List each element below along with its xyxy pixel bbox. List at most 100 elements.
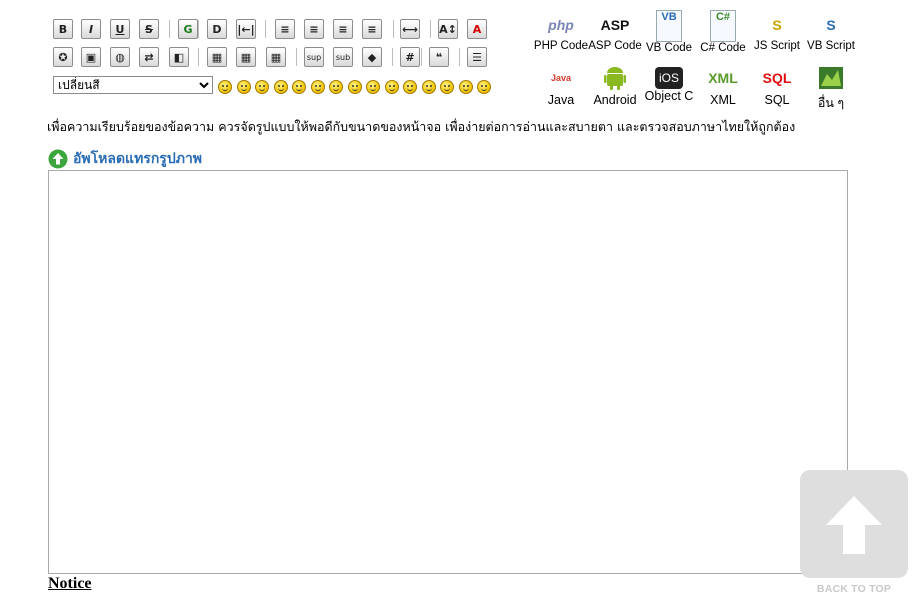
code-label-vbscript: VB Script bbox=[807, 40, 855, 52]
sql-icon: SQL bbox=[760, 63, 794, 93]
code-button-vbscript[interactable]: S VB Script bbox=[803, 10, 859, 52]
smiley-icon[interactable] bbox=[477, 80, 491, 94]
italic-button[interactable]: I bbox=[81, 19, 101, 39]
font-color-button[interactable]: A bbox=[467, 19, 487, 39]
align-left-icon: ≡ bbox=[309, 22, 319, 36]
code-label-xml: XML bbox=[710, 93, 736, 107]
sql-icon-text: SQL bbox=[762, 70, 792, 86]
smiley-icon[interactable] bbox=[329, 80, 343, 94]
toolbar-separator bbox=[198, 48, 199, 66]
code-label-other: อื่น ๆ bbox=[817, 96, 845, 110]
code-button-java[interactable]: Java Java bbox=[533, 63, 589, 107]
asp-icon-text: ASP bbox=[600, 17, 630, 33]
toolbar-separator bbox=[393, 20, 394, 38]
align-center-icon: ≡ bbox=[338, 22, 348, 36]
hyperlink-button[interactable]: ◍ bbox=[110, 47, 130, 67]
code-label-android: Android bbox=[593, 93, 637, 107]
code-button-other[interactable]: อื่น ๆ bbox=[803, 63, 859, 113]
php-icon-text: php bbox=[548, 17, 574, 33]
shadow-button[interactable]: D bbox=[207, 19, 227, 39]
smiley-icon[interactable] bbox=[458, 80, 473, 94]
toolbar-separator bbox=[459, 48, 460, 66]
strikethrough-button[interactable]: S bbox=[139, 19, 159, 39]
align-justify-button[interactable]: ≡ bbox=[275, 19, 295, 39]
code-button-asp[interactable]: ASP ASP Code bbox=[587, 10, 643, 52]
move-icon: ⇄ bbox=[144, 50, 154, 64]
color-select[interactable]: เปลี่ยนสี bbox=[53, 76, 213, 94]
code-label-java: Java bbox=[547, 93, 575, 107]
table-grid-icon: ▦ bbox=[270, 50, 282, 64]
smiley-icon[interactable] bbox=[366, 80, 380, 94]
quote-button[interactable]: ❝ bbox=[429, 47, 449, 67]
flash-button[interactable]: ✪ bbox=[53, 47, 73, 67]
smiley-icon[interactable] bbox=[236, 80, 251, 94]
table-insert-icon: ▦ bbox=[240, 50, 252, 64]
align-right-button[interactable]: ≡ bbox=[362, 19, 382, 39]
smiley-icon[interactable] bbox=[255, 80, 269, 94]
font-size-icon: A↕ bbox=[439, 22, 457, 36]
table-grid-button[interactable]: ▦ bbox=[266, 47, 286, 67]
code-button[interactable]: # bbox=[400, 47, 420, 67]
smiley-icon[interactable] bbox=[273, 80, 288, 94]
code-button-android[interactable]: Android bbox=[587, 63, 643, 107]
teletype-icon: ◆ bbox=[367, 50, 377, 64]
smiley-icon[interactable] bbox=[292, 80, 306, 94]
shadow-icon: D bbox=[212, 22, 222, 36]
toolbar-separator bbox=[430, 20, 431, 38]
toolbar-separator bbox=[421, 48, 422, 66]
smiley-icon[interactable] bbox=[218, 80, 232, 94]
code-button-php[interactable]: php PHP Code bbox=[533, 10, 589, 52]
underline-button[interactable]: U bbox=[110, 19, 130, 39]
font-size-button[interactable]: A↕ bbox=[438, 19, 458, 39]
code-icon: # bbox=[405, 50, 415, 64]
superscript-icon: sup bbox=[306, 52, 322, 62]
xml-icon-text: XML bbox=[708, 70, 738, 86]
asp-icon: ASP bbox=[598, 10, 632, 40]
superscript-button[interactable]: sup bbox=[304, 47, 324, 67]
vbscript-icon: S bbox=[814, 10, 848, 40]
code-label-asp: ASP Code bbox=[588, 40, 642, 52]
glow-button[interactable]: G bbox=[178, 19, 198, 39]
teletype-button[interactable]: ◆ bbox=[362, 47, 382, 67]
upload-arrow-icon bbox=[48, 149, 68, 169]
smiley-icon[interactable] bbox=[384, 80, 399, 94]
vb-icon-text: VB bbox=[661, 11, 677, 23]
csharp-icon-text: C# bbox=[715, 11, 731, 23]
smiley-icon[interactable] bbox=[403, 80, 417, 94]
smiley-icon[interactable] bbox=[310, 80, 325, 94]
bold-button[interactable]: B bbox=[53, 19, 73, 39]
table-insert-button[interactable]: ▦ bbox=[236, 47, 256, 67]
horizontal-rule-button[interactable]: ⟷ bbox=[400, 19, 420, 39]
image-icon: ▣ bbox=[85, 50, 97, 64]
smiley-icon[interactable] bbox=[421, 80, 436, 94]
move-button[interactable]: ⇄ bbox=[139, 47, 159, 67]
objc-icon: iOS bbox=[655, 67, 683, 89]
code-label-csharp: C# Code bbox=[700, 42, 746, 54]
image-button[interactable]: ▣ bbox=[81, 47, 101, 67]
smiley-icon[interactable] bbox=[347, 80, 362, 94]
java-icon: Java bbox=[544, 63, 578, 93]
upload-image-link[interactable]: อัพโหลดแทรกรูปภาพ bbox=[48, 148, 202, 170]
code-button-csharp[interactable]: C# C# Code bbox=[695, 10, 751, 54]
code-button-sql[interactable]: SQL SQL bbox=[749, 63, 805, 107]
upload-image-label: อัพโหลดแทรกรูปภาพ bbox=[73, 151, 203, 167]
subscript-button[interactable]: sub bbox=[333, 47, 353, 67]
xml-icon: XML bbox=[706, 63, 740, 93]
code-button-objc[interactable]: iOS Object C bbox=[641, 63, 697, 103]
message-textarea[interactable] bbox=[48, 170, 848, 574]
align-center-button[interactable]: ≡ bbox=[333, 19, 353, 39]
code-button-js[interactable]: S JS Script bbox=[749, 10, 805, 52]
back-to-top-button[interactable] bbox=[800, 470, 908, 578]
strikethrough-icon: S bbox=[145, 22, 153, 36]
list-button[interactable]: ☰ bbox=[467, 47, 487, 67]
code-button-xml[interactable]: XML XML bbox=[695, 63, 751, 107]
smiley-icon[interactable] bbox=[440, 80, 454, 94]
align-left-button[interactable]: ≡ bbox=[304, 19, 324, 39]
code-label-sql: SQL bbox=[764, 93, 790, 107]
toolbar-separator bbox=[265, 20, 266, 38]
indent-button[interactable]: |←| bbox=[236, 19, 256, 39]
code-button-vb[interactable]: VB VB Code bbox=[641, 10, 697, 54]
ftp-button[interactable]: ◧ bbox=[169, 47, 189, 67]
php-icon: php bbox=[544, 10, 578, 40]
table-button[interactable]: ▦ bbox=[207, 47, 227, 67]
